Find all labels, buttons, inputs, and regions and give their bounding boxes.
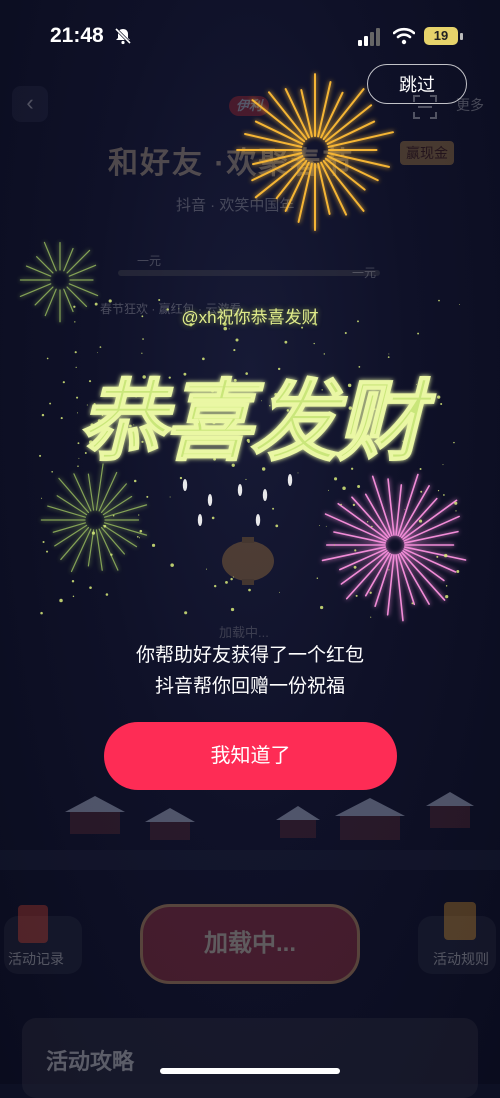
bell-muted-icon: [114, 27, 132, 45]
greeting-text: @xh祝你恭喜发财: [181, 308, 319, 327]
home-indicator[interactable]: [160, 1068, 340, 1074]
skip-button[interactable]: 跳过: [367, 64, 467, 104]
red-packet-icon: [18, 905, 48, 943]
battery-icon: 19: [424, 27, 458, 45]
gold-firework: [236, 73, 394, 231]
activity-records-label[interactable]: 活动记录: [8, 949, 64, 969]
ok-button[interactable]: 我知道了: [104, 722, 397, 790]
activity-rules-label[interactable]: 活动规则: [433, 949, 489, 969]
wifi-icon: [393, 27, 415, 45]
pink-firework: [321, 473, 467, 622]
village-scene: [0, 792, 500, 870]
blessing-art: 恭喜发财: [78, 369, 436, 473]
cellular-signal-icon: [358, 28, 380, 46]
status-bar: 21:48 19: [0, 0, 500, 72]
rules-icon: [444, 902, 476, 940]
status-time: 21:48: [50, 24, 104, 47]
falling-sparks: [182, 474, 293, 526]
battery-cap: [460, 33, 463, 40]
loading-button[interactable]: 加载中...: [140, 904, 360, 984]
message-line-2: 抖音帮你回赠一份祝福: [154, 676, 345, 697]
message-line-1: 你帮助好友获得了一个红包: [135, 645, 364, 666]
activity-guide-label: 活动攻略: [46, 1049, 135, 1074]
